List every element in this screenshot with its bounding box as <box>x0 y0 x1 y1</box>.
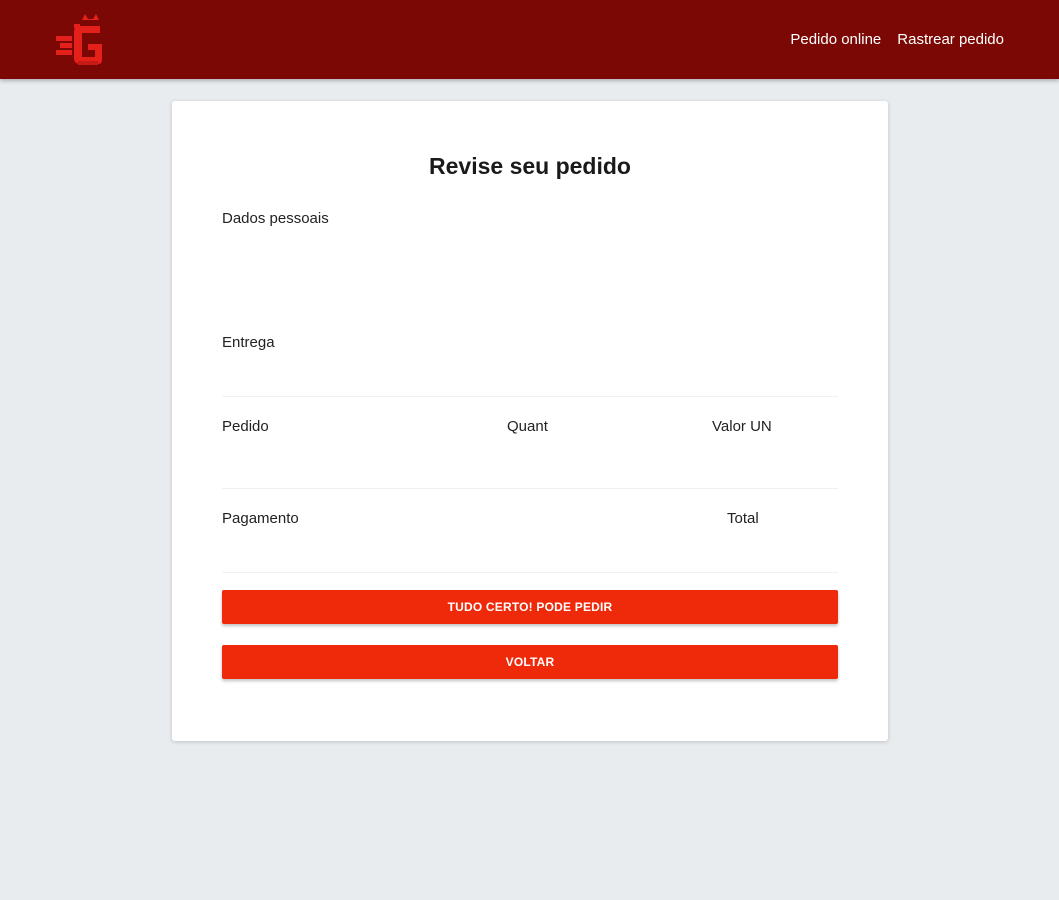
payment-label: Pagamento <box>222 510 299 527</box>
delivery-label: Entrega <box>222 334 275 351</box>
back-button[interactable]: VOLTAR <box>222 645 838 679</box>
order-unit-value-header: Valor UN <box>712 418 772 435</box>
top-navbar: Pedido online Rastrear pedido <box>0 0 1059 79</box>
restaurant-logo-icon[interactable] <box>54 14 106 68</box>
nav-link-rastrear-pedido[interactable]: Rastrear pedido <box>897 31 1004 48</box>
divider <box>222 488 838 489</box>
personal-data-label: Dados pessoais <box>222 210 329 227</box>
page-title: Revise seu pedido <box>429 153 631 179</box>
order-qty-header: Quant <box>507 418 548 435</box>
divider <box>222 396 838 397</box>
order-item-header: Pedido <box>222 418 269 435</box>
total-label: Total <box>727 510 759 527</box>
nav-link-pedido-online[interactable]: Pedido online <box>790 31 881 48</box>
order-review-card: Revise seu pedido Dados pessoais Entrega… <box>172 101 888 741</box>
divider <box>222 572 838 573</box>
confirm-order-button[interactable]: TUDO CERTO! PODE PEDIR <box>222 590 838 624</box>
main-nav: Pedido online Rastrear pedido <box>790 31 1004 48</box>
